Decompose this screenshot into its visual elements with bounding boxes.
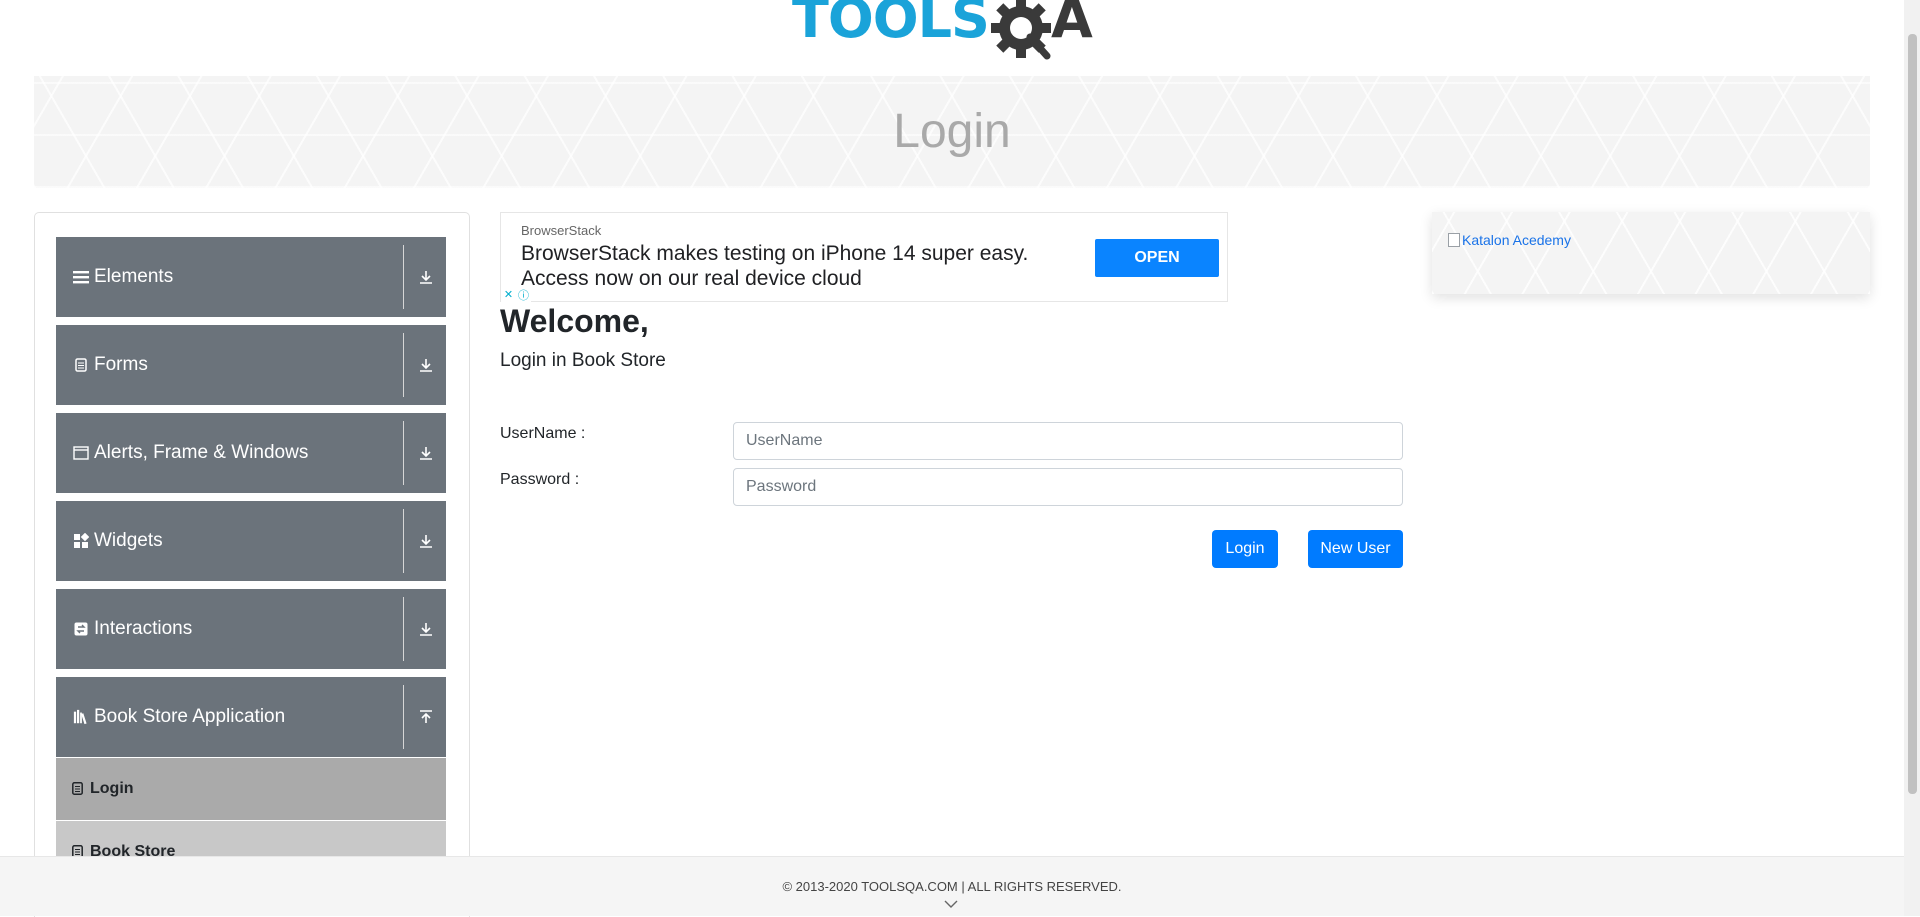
logo-text-a: A [1050,0,1093,50]
username-input[interactable] [733,422,1403,460]
ad-headline[interactable]: BrowserStack makes testing on iPhone 14 … [521,241,1081,291]
books-icon [73,709,89,725]
collapse-up-icon[interactable] [414,705,438,729]
footer: © 2013-2020 TOOLSQA.COM | ALL RIGHTS RES… [0,856,1904,916]
gear-magnifier-icon [990,0,1051,60]
login-button[interactable]: Login [1212,530,1278,568]
katalon-ad[interactable]: Katalon Acedemy [1432,212,1870,294]
hamburger-icon [73,269,89,285]
expand-down-icon[interactable] [414,441,438,465]
expand-down-icon[interactable] [414,353,438,377]
divider [403,597,404,661]
divider [403,509,404,573]
divider [403,421,404,485]
sidebar-group-elements[interactable]: Elements [56,237,446,317]
katalon-ad-link[interactable]: Katalon Acedemy [1448,232,1571,248]
sidebar-group-label: Widgets [94,530,163,551]
left-sidebar: Elements Forms Alerts, Frame & Windows W… [34,212,470,917]
toolsqa-logo[interactable]: TOOLS A [792,0,1116,66]
page-header-banner: Login [34,76,1870,188]
widgets-icon [73,533,89,549]
vertical-scrollbar[interactable] [1904,0,1920,916]
expand-down-icon[interactable] [414,617,438,641]
window-icon [73,445,89,461]
browserstack-ad[interactable]: BrowserStack BrowserStack makes testing … [500,212,1228,302]
password-input[interactable] [733,468,1403,506]
footer-copyright: © 2013-2020 TOOLSQA.COM | ALL RIGHTS RES… [782,879,1122,894]
expand-down-icon[interactable] [414,529,438,553]
expand-down-icon[interactable] [414,265,438,289]
divider [403,245,404,309]
sidebar-item-login[interactable]: Login [56,757,446,820]
page-title: Login [893,104,1011,158]
swap-icon [73,621,89,637]
document-icon [72,782,84,796]
katalon-ad-alt-text: Katalon Acedemy [1462,232,1571,248]
welcome-heading: Welcome, [500,303,649,339]
broken-image-icon [1448,233,1460,247]
sidebar-group-widgets[interactable]: Widgets [56,501,446,581]
divider [403,685,404,749]
sidebar-group-interactions[interactable]: Interactions [56,589,446,669]
sidebar-group-label: Book Store Application [94,706,286,727]
username-label: UserName : [500,425,586,442]
chevron-down-icon[interactable] [943,899,959,909]
sidebar-group-forms[interactable]: Forms [56,325,446,405]
sidebar-group-alerts-frame-windows[interactable]: Alerts, Frame & Windows [56,413,446,493]
sidebar-item-label: Login [90,780,134,797]
close-icon[interactable]: ✕ [501,287,516,302]
sidebar-group-label: Alerts, Frame & Windows [94,442,309,463]
scrollbar-thumb[interactable] [1908,34,1917,794]
sidebar-group-label: Forms [94,354,148,375]
sidebar-group-label: Interactions [94,618,193,639]
sidebar-group-book-store-application[interactable]: Book Store Application [56,677,446,757]
logo-text-tools: TOOLS [792,0,990,50]
new-user-button[interactable]: New User [1308,530,1403,568]
password-label: Password : [500,471,580,488]
ad-brand: BrowserStack [521,223,602,238]
info-icon[interactable]: ⓘ [516,287,531,302]
document-icon [73,357,89,373]
ad-choices[interactable]: ✕ ⓘ [501,287,531,302]
login-subtitle: Login in Book Store [500,350,666,371]
ad-open-button[interactable]: OPEN [1095,239,1219,277]
divider [403,333,404,397]
sidebar-group-label: Elements [94,266,174,287]
